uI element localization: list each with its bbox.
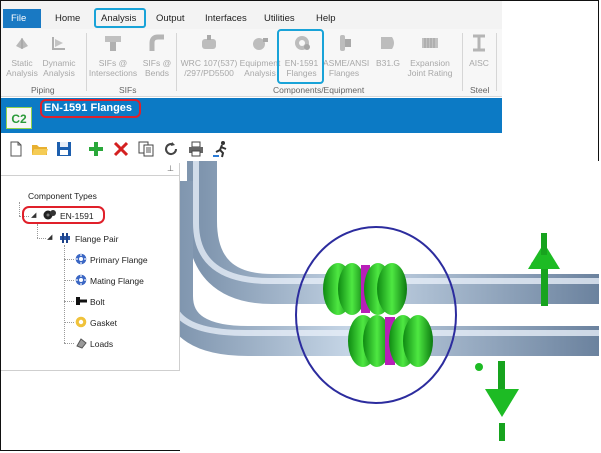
dynamic-analysis-button[interactable]: Dynamic Analysis <box>39 29 79 78</box>
toolbar <box>1 136 241 161</box>
aisc-button[interactable]: AISC <box>464 29 494 68</box>
menu-home[interactable]: Home <box>55 13 80 24</box>
3d-model-viewport[interactable] <box>163 161 599 451</box>
nozzle-icon <box>202 35 216 49</box>
lower-flange-pair[interactable] <box>348 315 433 367</box>
flange-selection-ellipse <box>295 226 457 404</box>
tree-connector <box>64 322 74 323</box>
asme-ansi-flanges-label2: Flanges <box>328 68 360 78</box>
dynamic-analysis-icon <box>52 37 65 50</box>
ribbon: Static Analysis Dynamic Analysis SIFs @ … <box>1 29 502 97</box>
title-highlight <box>40 99 141 118</box>
tree-root-component-types[interactable]: Component Types <box>28 191 97 201</box>
add-icon[interactable] <box>87 140 105 158</box>
gasket-icon <box>75 316 87 328</box>
static-analysis-button[interactable]: Static Analysis <box>3 29 41 78</box>
bend-icon <box>149 34 164 51</box>
tree-connector <box>37 238 46 239</box>
tree-connector <box>64 301 74 302</box>
flange-pair-icon <box>60 233 70 243</box>
b31g-label1: B31.G <box>375 58 401 68</box>
pump-icon <box>253 38 268 50</box>
bolt-icon <box>76 297 87 305</box>
pipe-segment-icon <box>381 37 394 49</box>
equipment-analysis-button[interactable]: Equipment Analysis <box>238 29 282 78</box>
en1591-tree-highlight <box>22 206 105 224</box>
tree-connector <box>64 259 74 260</box>
sifs-bends-label1: SIFs @ <box>142 58 172 68</box>
delete-icon[interactable] <box>112 140 130 158</box>
file-menu-button[interactable]: File <box>3 9 41 28</box>
tree-node-gasket[interactable]: Gasket <box>90 318 117 328</box>
aisc-label: AISC <box>469 58 489 68</box>
tree-panel-header <box>1 163 179 176</box>
sifs-intersections-label2: Intersections <box>88 68 138 78</box>
expansion-joint-label2: Joint Rating <box>407 68 453 78</box>
new-file-icon[interactable] <box>7 140 25 158</box>
tree-node-loads[interactable]: Loads <box>90 339 113 349</box>
ribbon-separator <box>496 33 497 91</box>
en1591-highlight <box>277 29 324 84</box>
equipment-analysis-label1: Equipment <box>239 58 281 68</box>
wrc-label2: /297/PD5500 <box>184 68 234 78</box>
menu-interfaces[interactable]: Interfaces <box>205 13 247 24</box>
run-analysis-icon[interactable] <box>212 140 230 158</box>
expansion-joint-rating-button[interactable]: Expansion Joint Rating <box>404 29 456 78</box>
static-analysis-icon <box>16 38 28 49</box>
open-folder-icon[interactable] <box>31 140 49 158</box>
pin-icon[interactable]: ⊥ <box>167 164 174 173</box>
ribbon-separator <box>176 33 177 91</box>
static-analysis-label2: Analysis <box>6 68 38 78</box>
mating-flange-icon <box>75 274 87 286</box>
ribbon-separator <box>462 33 463 91</box>
tree-node-primary-flange[interactable]: Primary Flange <box>90 255 148 265</box>
static-analysis-label1: Static <box>11 58 33 68</box>
asme-ansi-flanges-label1: ASME/ANSI <box>323 58 370 68</box>
menu-output[interactable]: Output <box>156 13 185 24</box>
sifs-intersections-button[interactable]: SIFs @ Intersections <box>86 29 140 78</box>
menu-help[interactable]: Help <box>316 13 336 24</box>
flange-icon <box>340 35 351 51</box>
group-label-steel: Steel <box>470 85 490 95</box>
steel-beam-icon <box>473 34 485 52</box>
menu-utilities[interactable]: Utilities <box>264 13 295 24</box>
dynamic-analysis-label1: Dynamic <box>42 58 76 68</box>
piping-model-graphic <box>163 161 599 441</box>
primary-flange-icon <box>75 253 87 265</box>
bellows-icon <box>422 38 438 48</box>
group-label-sifs: SIFs <box>119 85 137 95</box>
tree-connector <box>64 280 74 281</box>
save-icon[interactable] <box>55 140 73 158</box>
dynamic-analysis-label2: Analysis <box>43 68 75 78</box>
tree-node-bolt[interactable]: Bolt <box>90 297 105 307</box>
equipment-analysis-label2: Analysis <box>244 68 276 78</box>
expansion-joint-label1: Expansion <box>410 58 450 68</box>
asme-ansi-flanges-button[interactable]: ASME/ANSI Flanges <box>323 29 370 78</box>
b31g-button[interactable]: B31.G <box>371 29 405 68</box>
tree-node-mating-flange[interactable]: Mating Flange <box>90 276 144 286</box>
load-arrow-down <box>485 361 519 441</box>
tree-connector <box>19 202 20 216</box>
sifs-intersections-label1: SIFs @ <box>98 58 128 68</box>
app-logo: C2 <box>6 107 32 129</box>
wrc-label1: WRC 107(537) <box>180 58 238 68</box>
loads-icon <box>76 338 87 349</box>
wrc-button[interactable]: WRC 107(537) /297/PD5500 <box>179 29 239 78</box>
upper-flange-pair[interactable] <box>323 263 407 315</box>
copy-icon[interactable] <box>137 140 155 158</box>
tree-connector <box>37 224 38 238</box>
analysis-highlight <box>94 8 146 28</box>
group-label-piping: Piping <box>31 85 55 95</box>
tree-connector <box>64 343 74 344</box>
collapse-arrow-icon[interactable]: ◢ <box>47 233 52 241</box>
tree-node-flange-pair[interactable]: Flange Pair <box>75 234 118 244</box>
tee-icon <box>105 36 121 51</box>
sifs-bends-label2: Bends <box>144 68 170 78</box>
refresh-icon[interactable] <box>162 140 180 158</box>
group-label-components: Components/Equipment <box>273 85 365 95</box>
sifs-bends-button[interactable]: SIFs @ Bends <box>141 29 173 78</box>
print-icon[interactable] <box>187 140 205 158</box>
